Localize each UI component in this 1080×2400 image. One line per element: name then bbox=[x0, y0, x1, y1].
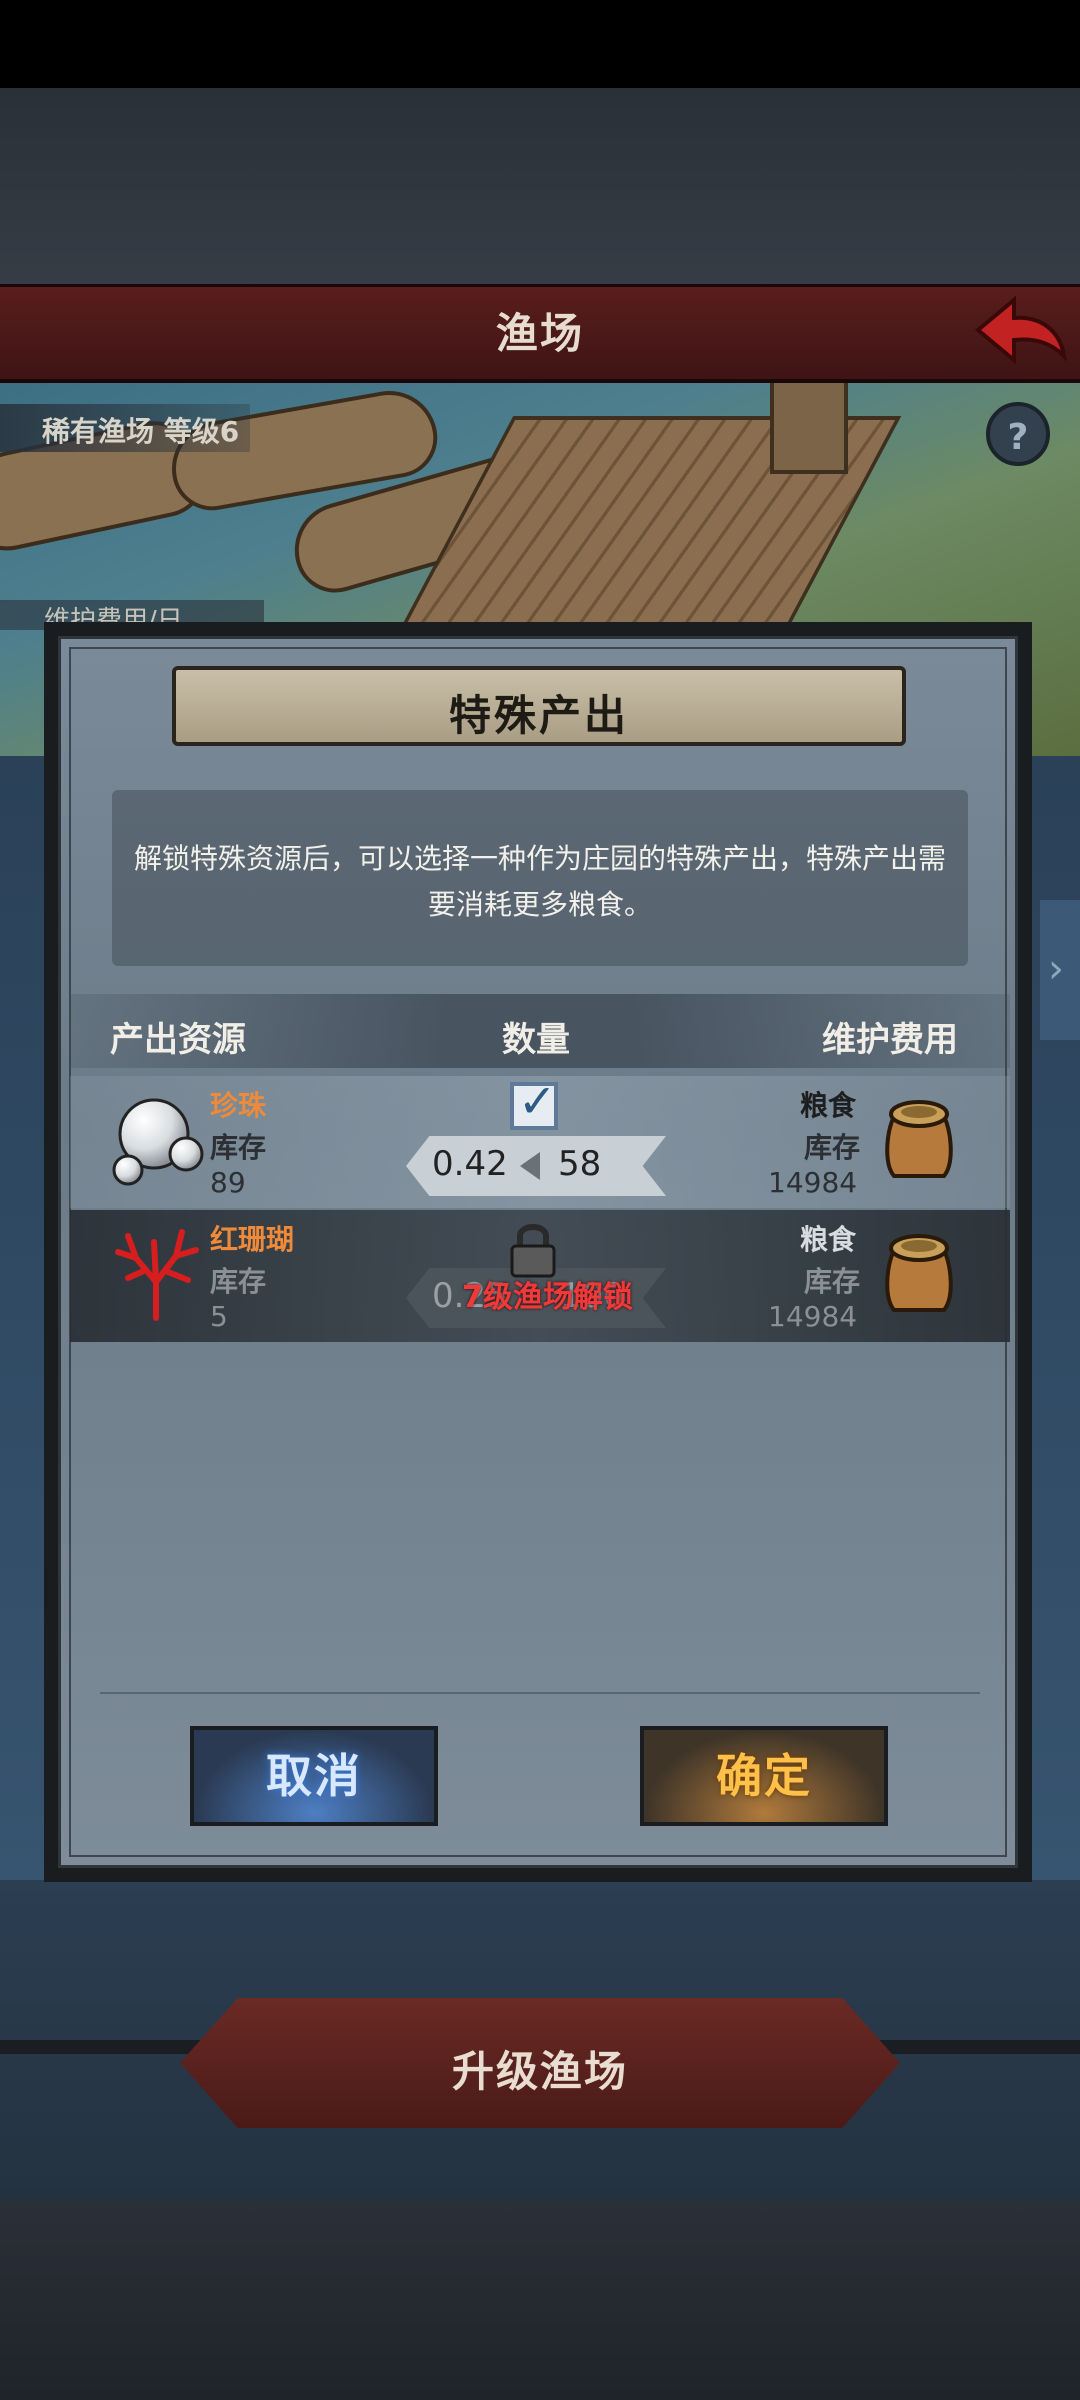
stock-value: 5 bbox=[210, 1300, 228, 1333]
stock-label: 库存 bbox=[210, 1265, 267, 1298]
column-amount: 数量 bbox=[502, 1020, 570, 1060]
resource-name: 珍珠 bbox=[210, 1089, 267, 1122]
select-checkbox[interactable]: ✓ bbox=[510, 1074, 558, 1130]
upgrade-fishery-label: 升级渔场 bbox=[451, 2047, 628, 2096]
grain-sack-icon bbox=[885, 1100, 953, 1178]
grain-sack-icon bbox=[885, 1234, 953, 1312]
stock-value: 89 bbox=[210, 1166, 246, 1199]
background-top bbox=[0, 88, 1080, 288]
confirm-button[interactable]: 确定 bbox=[640, 1726, 888, 1826]
fishery-rank: 稀有渔场 等级6 bbox=[42, 415, 240, 448]
food-stock-value: 14984 bbox=[768, 1300, 858, 1333]
divider bbox=[100, 1692, 980, 1694]
dialog-title: 特殊产出 bbox=[448, 691, 629, 740]
chevron-right-icon: › bbox=[1048, 946, 1064, 992]
column-maintenance: 维护费用 bbox=[822, 1020, 958, 1060]
triangle-left-icon bbox=[520, 1152, 540, 1180]
watch-tower bbox=[770, 376, 848, 474]
lock-icon bbox=[510, 1224, 556, 1278]
stock-label: 库存 bbox=[210, 1131, 267, 1164]
column-resource: 产出资源 bbox=[110, 1020, 246, 1060]
background-footer bbox=[0, 2200, 1080, 2400]
status-bar bbox=[0, 0, 1080, 88]
ratio-right-value: 58 bbox=[558, 1144, 602, 1184]
question-icon[interactable]: ? bbox=[986, 402, 1050, 466]
unlock-requirement: 7级渔场解锁 bbox=[462, 1280, 633, 1315]
description-text: 解锁特殊资源后，可以选择一种作为庄园的特殊产出，特殊产出需要消耗更多粮食。 bbox=[133, 842, 946, 921]
food-label: 粮食 bbox=[800, 1223, 857, 1256]
food-stock-label: 库存 bbox=[804, 1131, 861, 1164]
back-arrow-icon[interactable] bbox=[970, 290, 1070, 370]
side-tab[interactable]: › bbox=[1040, 900, 1080, 1040]
food-stock-value: 14984 bbox=[768, 1166, 858, 1199]
red-coral-icon bbox=[115, 1229, 199, 1321]
check-icon: ✓ bbox=[518, 1074, 557, 1128]
ratio-left-value: 0.42 bbox=[432, 1144, 508, 1184]
food-label: 粮食 bbox=[800, 1089, 857, 1122]
resource-name: 红珊瑚 bbox=[210, 1223, 295, 1256]
page-title: 渔场 bbox=[495, 309, 584, 358]
cancel-button[interactable]: 取消 bbox=[190, 1726, 438, 1826]
food-stock-label: 库存 bbox=[804, 1265, 861, 1298]
pearl-icon bbox=[112, 1098, 204, 1186]
